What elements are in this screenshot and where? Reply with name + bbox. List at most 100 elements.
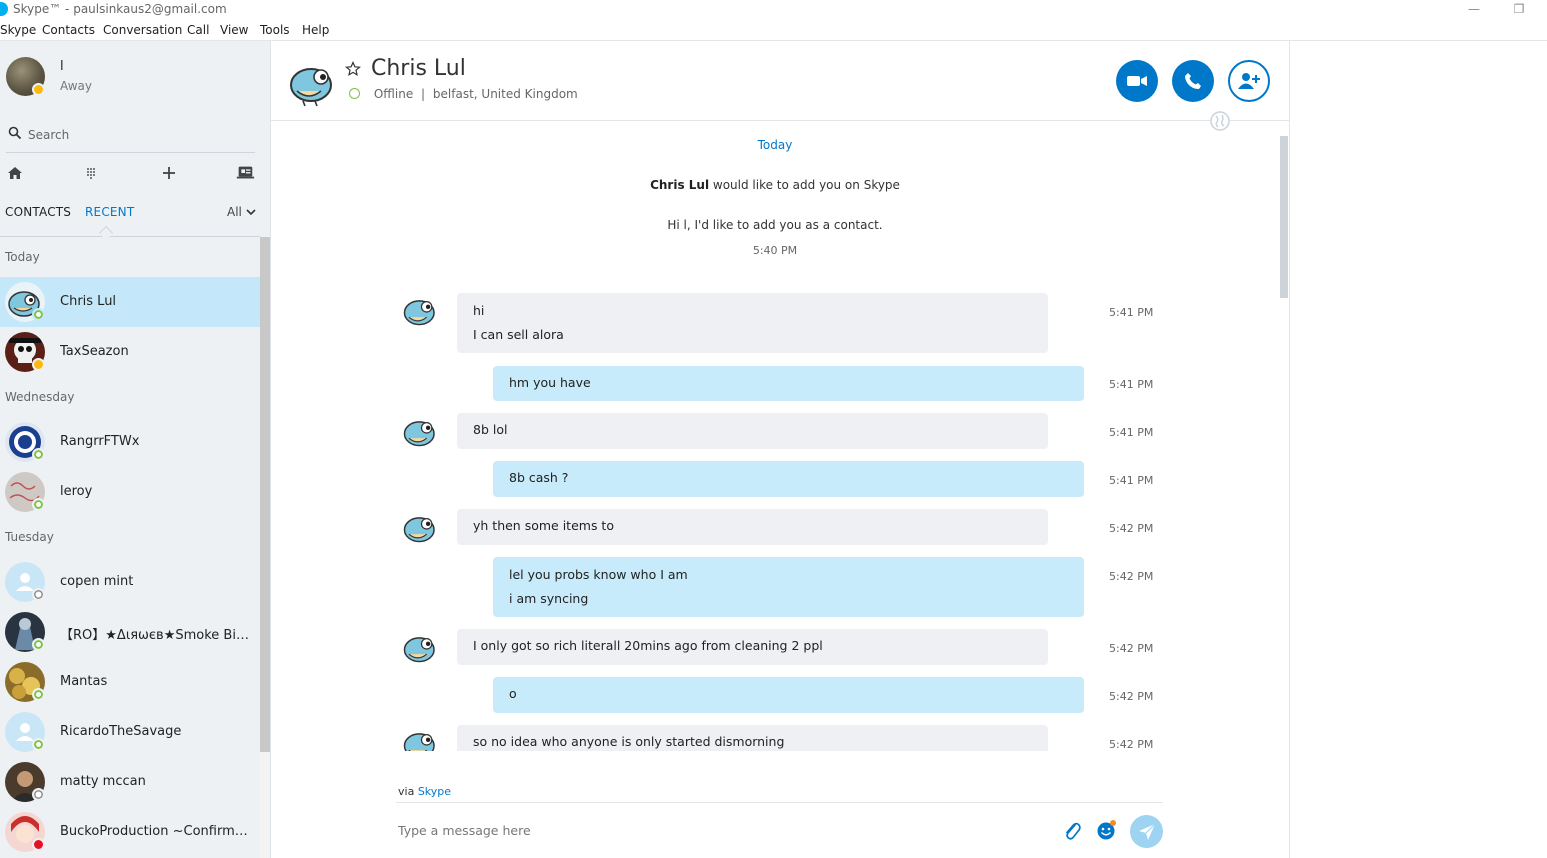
message-text: 8b lol [473, 422, 508, 437]
message-time: 5:41 PM [1109, 426, 1154, 439]
contact-name: BuckoProduction ~Confirm vi... [60, 824, 250, 839]
menu-call[interactable]: Call [187, 23, 209, 37]
online-status-icon [32, 498, 45, 511]
audio-call-button[interactable] [1172, 60, 1214, 102]
message-text: hi [473, 303, 485, 318]
recent-row-buckoproduction[interactable]: BuckoProduction ~Confirm vi... [0, 807, 260, 857]
video-call-button[interactable] [1116, 60, 1158, 102]
restore-button[interactable]: ❐ [1504, 0, 1534, 20]
send-button[interactable] [1130, 815, 1163, 848]
profile-status[interactable]: Away [60, 79, 92, 93]
plus-icon[interactable] [159, 163, 179, 183]
incoming-message[interactable]: 8b lol [457, 413, 1048, 449]
busy-status-icon [32, 838, 45, 851]
menu-view[interactable]: View [220, 23, 248, 37]
dialpad-icon[interactable] [81, 163, 101, 183]
search-box[interactable] [6, 123, 255, 153]
online-status-icon [32, 308, 45, 321]
away-status-icon [32, 358, 45, 371]
emoticon-icon[interactable] [1096, 819, 1118, 841]
message-text: yh then some items to [473, 518, 614, 533]
sidebar-scrollbar[interactable] [260, 237, 270, 858]
outgoing-message[interactable]: hm you have [493, 366, 1084, 401]
title-bar: Skype™ - paulsinkaus2@gmail.com — ❐ [0, 0, 1547, 20]
message-text: hm you have [509, 375, 591, 390]
contact-name: Chris Lul [60, 294, 117, 309]
chevron-down-icon [246, 209, 256, 216]
contact-name: TaxSeazon [60, 344, 129, 359]
recent-row-mantas[interactable]: Mantas [0, 657, 260, 707]
add-person-icon [1238, 73, 1260, 89]
contact-location: belfast, United Kingdom [432, 87, 578, 101]
tab-recent[interactable]: RECENT [85, 205, 134, 219]
search-icon [8, 126, 22, 140]
presence-separator: | [421, 87, 426, 101]
sidebar-scrollbar-thumb[interactable] [260, 237, 270, 752]
contact-name: copen mint [60, 574, 134, 589]
message-time: 5:42 PM [1109, 690, 1154, 703]
paperclip-icon[interactable] [1063, 820, 1081, 842]
message-time: 5:42 PM [1109, 570, 1154, 583]
message-input[interactable] [398, 820, 1038, 840]
outgoing-message[interactable]: 8b cash ? [493, 461, 1084, 497]
recent-row-rangrrftwx[interactable]: RangrrFTWx [0, 417, 260, 467]
incoming-message[interactable]: yh then some items to [457, 509, 1048, 545]
online-status-icon [32, 448, 45, 461]
incoming-message[interactable]: hi I can sell alora [457, 293, 1048, 353]
menu-help[interactable]: Help [302, 23, 329, 37]
request-text: would like to add you on Skype [709, 178, 900, 192]
message-text: lel you probs know who I am [509, 567, 688, 582]
menu-skype[interactable]: Skype [0, 23, 36, 37]
bird-avatar-icon[interactable] [287, 61, 337, 107]
sidebar-toolbar [0, 161, 260, 185]
menu-conversation[interactable]: Conversation [103, 23, 182, 37]
recent-row-chris-lul[interactable]: Chris Lul [0, 277, 260, 327]
incoming-message[interactable]: I only got so rich literall 20mins ago f… [457, 629, 1048, 665]
sidebar: l Away Search CONTACTS RECENT All Today … [0, 41, 271, 858]
outgoing-message[interactable]: o [493, 677, 1084, 713]
menu-tools[interactable]: Tools [260, 23, 290, 37]
recent-row-ricardothesavage[interactable]: RicardoTheSavage [0, 707, 260, 757]
video-call-icon [1127, 76, 1147, 86]
via-skype-link[interactable]: Skype [418, 785, 451, 798]
incoming-message[interactable]: so no idea who anyone is only started di… [457, 725, 1048, 751]
online-status-icon [32, 738, 45, 751]
offline-status-icon [349, 88, 360, 99]
bird-avatar-icon [403, 637, 435, 663]
message-text: o [509, 686, 517, 701]
recent-row-ro-smoke-big[interactable]: 【RO】★Διяωєв★Smoke Big【... [0, 607, 260, 657]
message-text: I only got so rich literall 20mins ago f… [473, 638, 823, 653]
contact-request-time: 5:40 PM [752, 244, 798, 257]
recent-row-taxseazon[interactable]: TaxSeazon [0, 327, 260, 377]
tab-contacts[interactable]: CONTACTS [5, 205, 71, 219]
phone-icon [1185, 73, 1201, 89]
message-text: 8b cash ? [509, 470, 569, 485]
recent-filter-dropdown[interactable]: All [227, 205, 256, 219]
message-history: Today Chris Lul would like to add you on… [271, 121, 1279, 751]
recent-row-leroy[interactable]: leroy [0, 467, 260, 517]
profile-name[interactable]: l [60, 59, 64, 74]
recent-row-matty-mccan[interactable]: matty mccan [0, 757, 260, 807]
contact-card-icon[interactable] [235, 163, 255, 183]
menu-contacts[interactable]: Contacts [42, 23, 95, 37]
star-icon[interactable] [345, 61, 361, 77]
message-text: I can sell alora [473, 327, 564, 342]
via-label: via Skype [398, 785, 451, 798]
add-people-button[interactable] [1228, 60, 1270, 102]
away-status-icon [32, 83, 45, 96]
minimize-button[interactable]: — [1459, 0, 1489, 20]
message-time: 5:42 PM [1109, 522, 1154, 535]
conversation-scrollbar[interactable] [1279, 121, 1289, 858]
recent-row-copen-mint[interactable]: copen mint [0, 557, 260, 607]
group-label-wednesday: Wednesday [5, 390, 75, 404]
home-icon[interactable] [5, 163, 25, 183]
contact-request-message: Hi l, I'd like to add you as a contact. [667, 218, 883, 232]
search-input[interactable] [28, 125, 248, 145]
bird-avatar-icon [403, 733, 435, 751]
conversation-scrollbar-thumb[interactable] [1280, 136, 1288, 298]
sidebar-tabs: CONTACTS RECENT All [0, 201, 260, 241]
contact-name: Mantas [60, 674, 108, 689]
outgoing-message[interactable]: lel you probs know who I am i am syncing [493, 557, 1084, 617]
conversation-contact-name[interactable]: Chris Lul [371, 56, 466, 81]
message-time: 5:41 PM [1109, 474, 1154, 487]
